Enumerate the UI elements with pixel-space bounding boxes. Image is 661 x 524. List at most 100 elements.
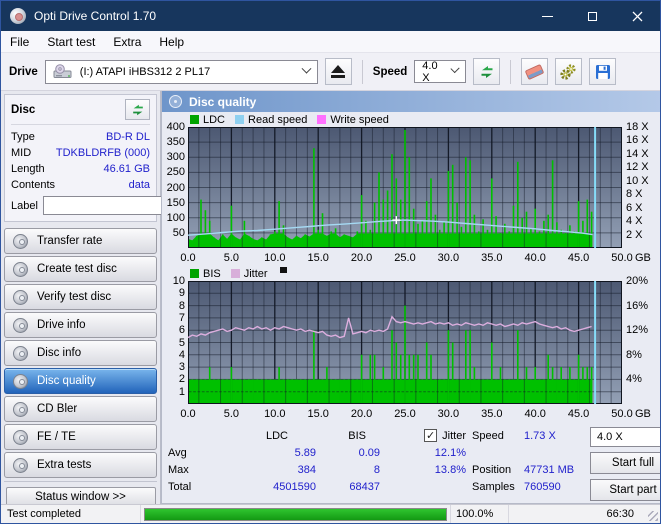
sidebar-item-disc-info[interactable]: Disc info (4, 340, 157, 366)
ldc-chart-legend: LDC Read speed Write speed (162, 112, 660, 127)
axis-tick-label: 5.0 (223, 252, 240, 264)
gears-icon (560, 64, 576, 80)
position-value: 47731 MB (524, 463, 575, 476)
disc-contents-label: Contents (11, 179, 56, 191)
stats-readout: Speed 1.73 X Position 47731 MB Samples 7… (472, 427, 590, 501)
disc-icon (13, 401, 28, 417)
axis-tick-label: 100 (166, 211, 185, 224)
axis-tick-label: 45.0 (567, 252, 590, 264)
sidebar-item-disc-quality[interactable]: Disc quality (4, 368, 157, 394)
max-ldc: 384 (297, 463, 316, 476)
axis-tick-label: 5.0 (223, 408, 240, 420)
menu-extra[interactable]: Extra (104, 31, 150, 52)
axis-tick-label: GB (635, 252, 651, 264)
menu-start-test[interactable]: Start test (38, 31, 104, 52)
speed-label: Speed (372, 65, 408, 78)
table-row-total: Total 4501590 68437 (168, 480, 380, 493)
axis-tick-label: 4% (626, 373, 642, 386)
legend-swatch (317, 115, 327, 124)
disc-mid-value: TDKBLDRFB (000) (55, 147, 150, 159)
axis-tick-label: 20.0 (350, 408, 373, 420)
progress-bar (144, 507, 447, 521)
bis-chart-right-axis: 20% 16% 12% 8% 4% (622, 275, 660, 407)
toolbar-speed-select[interactable]: 4.0 X (414, 60, 467, 84)
position-label: Position (472, 463, 512, 476)
disc-icon (13, 457, 28, 473)
axis-tick-label: 15.0 (307, 408, 329, 420)
legend-item: Write speed (317, 114, 389, 126)
bis-chart-left-axis: 10 9 8 7 6 5 4 3 2 1 (162, 275, 188, 407)
sidebar-item-transfer-rate[interactable]: Transfer rate (4, 228, 157, 254)
disc-label-label: Label (11, 199, 38, 212)
erase-disc-button[interactable] (521, 58, 549, 85)
ldc-chart-plot (187, 127, 622, 249)
start-part-button[interactable]: Start part (590, 479, 660, 501)
axis-tick-label: 20% (626, 275, 649, 287)
legend-item: Jitter (230, 268, 268, 280)
disc-icon (13, 429, 28, 445)
col-header-bis: BIS (348, 429, 366, 442)
axis-tick-label: 10.0 (264, 252, 286, 264)
menubar: File Start test Extra Help (1, 31, 660, 53)
maximize-button[interactable] (570, 1, 615, 31)
disc-refresh-button[interactable] (125, 99, 150, 120)
resize-grip[interactable] (648, 511, 658, 521)
legend-item: Read speed (235, 114, 307, 126)
axis-tick-label: 14 X (626, 147, 649, 160)
axis-tick-label: 18 X (626, 121, 649, 133)
samples-value: 760590 (524, 480, 561, 493)
axis-tick-label: 8% (626, 348, 642, 361)
axis-tick-label: 1 (178, 385, 185, 398)
legend-swatch (230, 269, 240, 278)
sidebar-item-fe-te[interactable]: FE / TE (4, 424, 157, 450)
legend-item: BIS (190, 268, 221, 280)
test-speed-select[interactable]: 4.0 X (590, 427, 660, 447)
statusbar: Test completed 100.0% 66:30 (1, 504, 660, 523)
drive-disc-icon (53, 64, 72, 78)
sidebar-item-verify-test-disc[interactable]: Verify test disc (4, 284, 157, 310)
axis-tick-label: 25.0 (394, 252, 416, 264)
ldc-chart-right-axis: 18 X 16 X 14 X 12 X 10 X8 X6 X4 X2 X (622, 121, 660, 251)
axis-tick-label: 35.0 (481, 408, 503, 420)
axis-tick-label: 7 (178, 311, 185, 324)
close-button[interactable] (615, 1, 660, 31)
minimize-button[interactable] (525, 1, 570, 31)
save-button[interactable] (589, 58, 617, 85)
minimize-icon (542, 15, 553, 17)
jitter-checkbox[interactable]: ✓ (424, 429, 438, 442)
axis-tick-label: 200 (166, 181, 185, 194)
menu-file[interactable]: File (1, 31, 38, 52)
disc-length-value: 46.61 GB (103, 163, 150, 175)
eject-button[interactable] (324, 58, 352, 85)
legend-swatch (190, 269, 199, 278)
eraser-icon (524, 63, 545, 80)
axis-tick-label: 50.0 (611, 252, 633, 264)
refresh-button[interactable] (473, 58, 501, 85)
table-row-max: Max 384 8 13.8% (168, 463, 466, 476)
max-bis: 8 (373, 463, 380, 476)
col-header-jitter: Jitter (442, 429, 466, 442)
drive-select[interactable]: (I:) ATAPI iHBS312 2 PL17 (44, 59, 318, 84)
disc-mid-label: MID (11, 147, 32, 159)
start-full-button[interactable]: Start full (590, 452, 660, 474)
disc-icon (13, 289, 28, 305)
divider (11, 124, 150, 125)
app-disc-icon (10, 8, 26, 24)
sidebar-item-create-test-disc[interactable]: Create test disc (4, 256, 157, 282)
sidebar-item-cd-bler[interactable]: CD Bler (4, 396, 157, 422)
samples-label: Samples (472, 480, 515, 493)
menu-help[interactable]: Help (150, 31, 193, 52)
axis-tick-label: 16% (626, 299, 649, 312)
axis-tick-label: 12% (626, 324, 649, 337)
window-title: Opti Drive Control 1.70 (34, 9, 157, 23)
axis-tick-label: 50 (172, 226, 185, 239)
sidebar-item-extra-tests[interactable]: Extra tests (4, 452, 157, 478)
axis-tick-label: 4 (178, 348, 185, 361)
sidebar-item-drive-info[interactable]: Drive info (4, 312, 157, 338)
axis-tick-label: 10 (172, 275, 185, 287)
axis-tick-label: 10.0 (264, 408, 286, 420)
close-icon (632, 11, 643, 21)
axis-tick-label: 6 X (626, 201, 643, 214)
axis-tick-label: 8 X (626, 188, 643, 201)
settings-button[interactable] (555, 58, 583, 85)
